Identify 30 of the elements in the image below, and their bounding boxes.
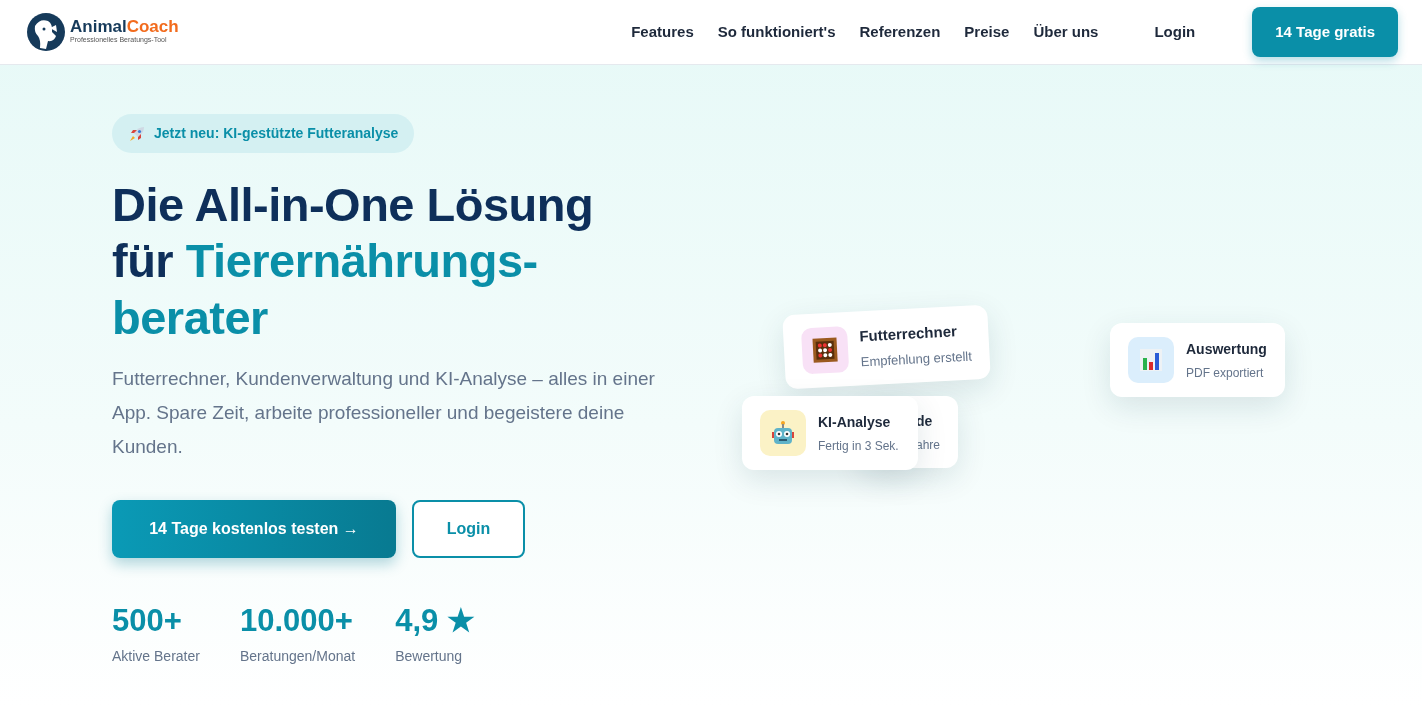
announcement-badge: Jetzt neu: KI-gestützte Futteranalyse [112,114,415,153]
trial-button[interactable]: 14 Tage gratis [1252,6,1398,58]
abacus-icon [811,336,839,364]
hero-description: Futterrechner, Kundenverwaltung und KI-Analyse – alles in einer App. Spare Zeit, arbeite professioneller und begeistere deine Kunden. [112,367,656,459]
nav-link[interactable]: Features [631,20,694,44]
card-subtitle: PDF exportiert [1186,364,1265,382]
card-title: Futterrechner [858,321,959,347]
card-subtitle: Empfehlung erstellt [860,347,973,371]
stat-label: Beratungen/Monat [239,646,356,666]
brand-name: AnimalCoach [70,18,179,36]
nav-link[interactable]: Preise [964,20,1010,44]
hero-heading: Die All-in-One Lösung für Tierernährungs- berater [112,177,595,346]
card-title: KI-Analyse [818,412,892,432]
logo-icon [26,12,66,52]
card-subtitle: Fertig in 3 Sek. [818,437,899,455]
rocket-icon [128,124,146,143]
nav-link[interactable]: Über uns [1033,20,1099,44]
login-button[interactable]: Login [412,499,525,558]
trial-button[interactable]: 14 Tage kostenlos testen → [112,499,396,558]
card-title: Auswertung [1186,339,1267,359]
nav-link[interactable]: Referenzen [859,20,941,44]
stat-label: Bewertung [395,646,464,666]
stat-label: Aktive Berater [112,646,200,666]
stat-value: 500+ [112,603,183,638]
stat-value: 10.000+ [239,603,354,638]
login-link[interactable]: Login [1154,20,1196,44]
bar-chart-icon [1139,348,1163,372]
robot-icon [770,420,796,446]
stat-value: 4,9 ★ [395,603,475,638]
nav-link[interactable]: So funktioniert's [717,20,836,44]
